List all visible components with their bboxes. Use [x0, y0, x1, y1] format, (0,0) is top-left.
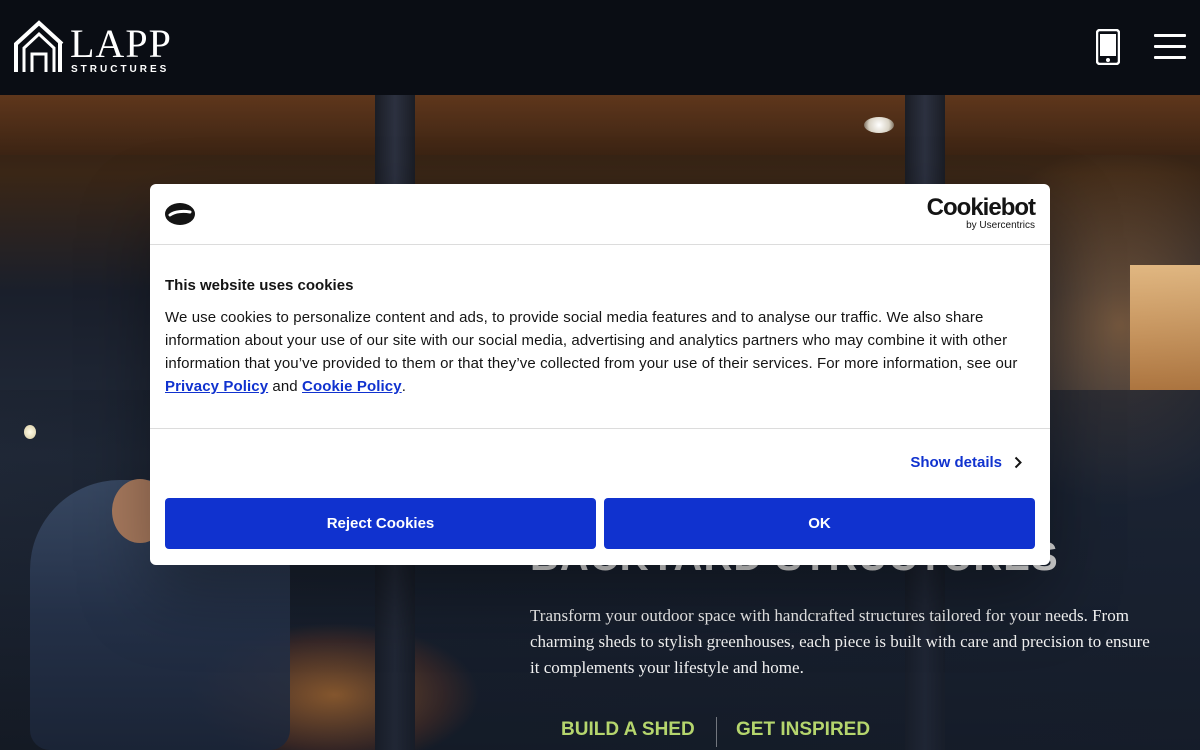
- show-details-label: Show details: [910, 454, 1002, 471]
- build-a-shed-link[interactable]: BUILD A SHED: [561, 719, 695, 741]
- body-suffix: .: [401, 378, 406, 395]
- logo-wordmark: LAPP: [70, 21, 172, 66]
- reject-cookies-button[interactable]: Reject Cookies: [165, 498, 596, 549]
- ceiling-light: [864, 117, 894, 133]
- body-prefix: We use cookies to personalize content an…: [165, 309, 1018, 372]
- show-details-link[interactable]: Show details: [910, 454, 1022, 471]
- dialog-header: Cookiebot by Usercentrics: [150, 184, 1050, 245]
- ok-button[interactable]: OK: [604, 498, 1035, 549]
- house-logo-icon: [14, 20, 64, 72]
- logo-subtitle: STRUCTURES: [71, 64, 170, 75]
- cookiebot-brand-sub: by Usercentrics: [966, 220, 1035, 231]
- hero-background: [0, 95, 1200, 155]
- cookie-policy-link[interactable]: Cookie Policy: [302, 378, 402, 395]
- chevron-right-icon: [1014, 456, 1022, 469]
- window-glow: [1130, 265, 1200, 390]
- string-light: [24, 425, 36, 439]
- site-header: LAPP STRUCTURES: [0, 0, 1200, 95]
- body-and: and: [268, 378, 303, 395]
- privacy-policy-link[interactable]: Privacy Policy: [165, 378, 268, 395]
- cookiebot-brand[interactable]: Cookiebot by Usercentrics: [926, 194, 1036, 232]
- hamburger-menu-icon[interactable]: [1154, 34, 1186, 60]
- get-inspired-link[interactable]: GET INSPIRED: [736, 719, 870, 741]
- dialog-body-text: We use cookies to personalize content an…: [165, 306, 1045, 398]
- cookiebot-brand-name: Cookiebot: [926, 194, 1036, 221]
- cookiebot-logo-icon: [165, 203, 195, 225]
- phone-icon[interactable]: [1096, 29, 1120, 65]
- cta-divider: [716, 717, 717, 747]
- dialog-title: This website uses cookies: [165, 277, 354, 294]
- site-logo[interactable]: LAPP STRUCTURES: [14, 20, 174, 76]
- cookie-consent-dialog: Cookiebot by Usercentrics This website u…: [150, 184, 1050, 565]
- dialog-divider: [150, 428, 1050, 429]
- hero-description: Transform your outdoor space with handcr…: [530, 606, 1150, 677]
